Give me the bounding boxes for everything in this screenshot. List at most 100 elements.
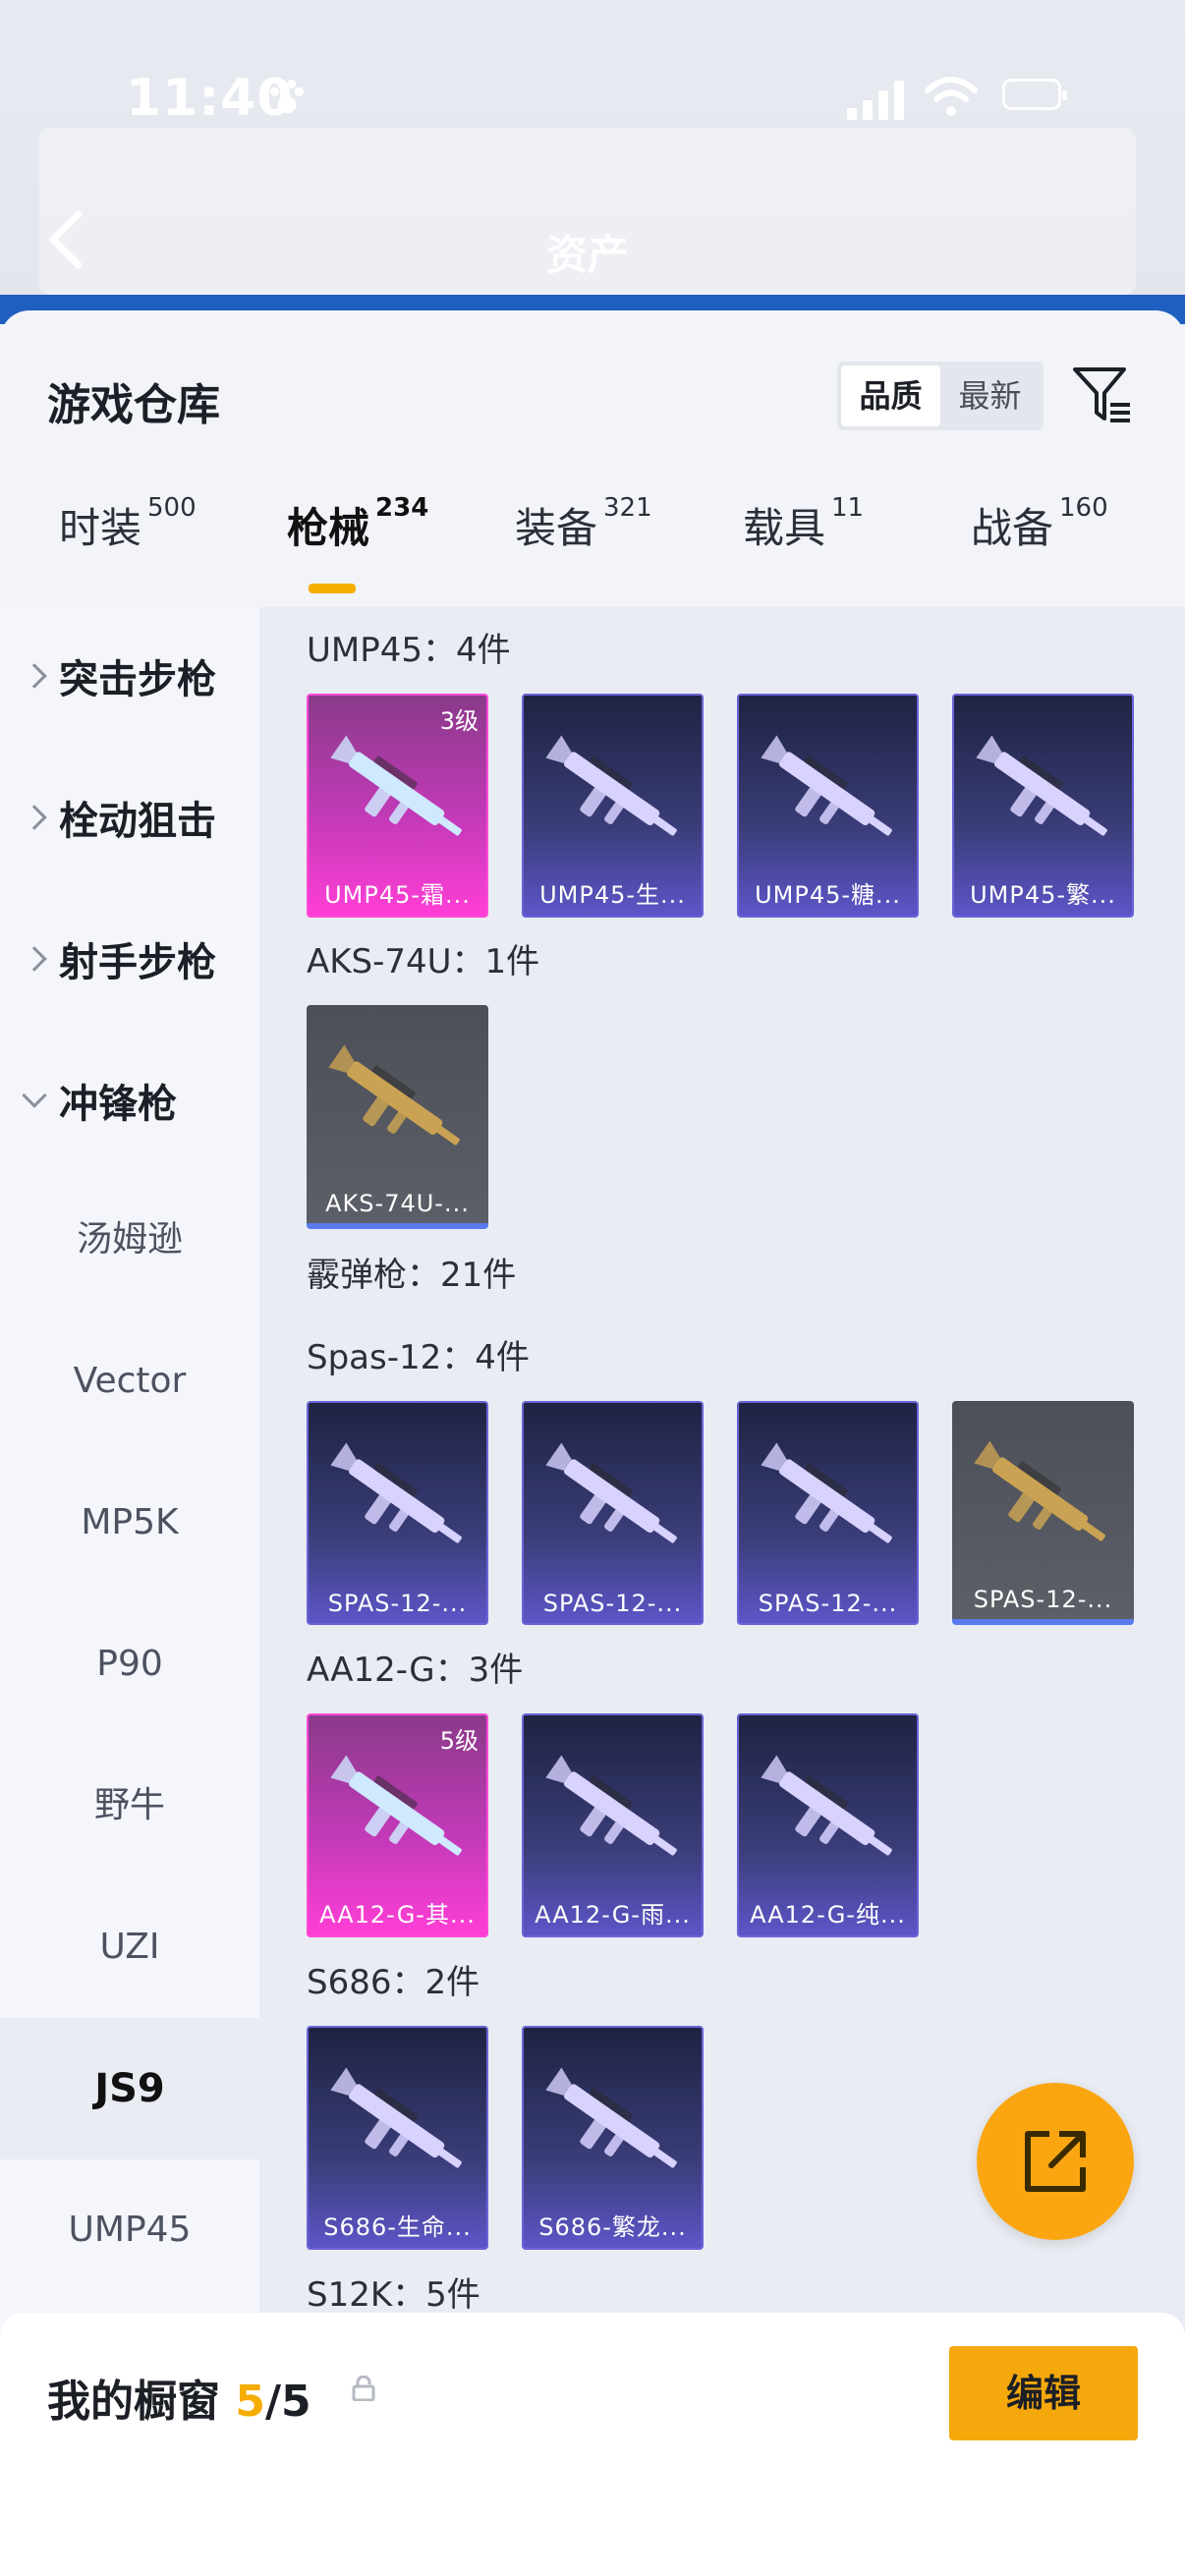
weapon-card[interactable]: UMP45-生... (522, 694, 704, 918)
weapon-name: UMP45-霜... (324, 881, 471, 909)
weapon-name: AA12-G-纯... (750, 1901, 906, 1929)
category-smg[interactable]: 冲锋枪 (0, 1032, 259, 1169)
weapon-grid: UMP45：4件 AKS-74U：1件 霰弹枪：21件 Spas-12：4件 A… (259, 607, 1185, 2576)
weapon-image (330, 735, 462, 836)
background-header: 11:40 资产 (0, 0, 1185, 314)
back-arrow-icon[interactable] (43, 208, 90, 271)
category-marksman-rifle[interactable]: 射手步枪 (0, 890, 259, 1028)
paw-icon (269, 79, 305, 114)
sidebar-item-vector[interactable]: Vector (0, 1311, 259, 1452)
chevron-right-icon (22, 805, 47, 830)
wifi-icon (925, 77, 978, 116)
chevron-right-icon (22, 946, 47, 972)
weapon-card[interactable]: 5级 AA12-G-其... (307, 1713, 488, 1937)
weapon-card[interactable]: SPAS-12-... (522, 1401, 704, 1625)
weapon-image (330, 1442, 462, 1543)
sort-toggle: 品质 最新 (837, 362, 1044, 430)
weapon-name: AA12-G-雨... (535, 1901, 691, 1929)
weapon-image (328, 1044, 460, 1146)
weapon-card[interactable]: 3级 UMP45-霜... (307, 694, 488, 918)
weapon-name: AA12-G-其... (319, 1901, 476, 1929)
showcase-bar: 我的橱窗 5/5 编辑 (0, 2313, 1185, 2576)
group-title: 霰弹枪：21件 (307, 1256, 517, 1295)
tab-equipment[interactable]: 装备 321 (515, 493, 652, 555)
weapon-name: SPAS-12-... (542, 1590, 683, 1617)
tab-fashion[interactable]: 时装 500 (59, 493, 197, 555)
battery-icon (1002, 79, 1067, 110)
sidebar-item-uzi[interactable]: UZI (0, 1876, 259, 2018)
weapon-card[interactable]: SPAS-12-... (307, 1401, 488, 1625)
weapon-name: AKS-74U-... (325, 1190, 470, 1217)
group-title: Spas-12：4件 (307, 1338, 530, 1377)
level-badge: 5级 (439, 1727, 479, 1755)
weapon-card[interactable]: SPAS-12-... (737, 1401, 919, 1625)
share-button[interactable] (977, 2083, 1134, 2240)
level-badge: 3级 (439, 707, 479, 735)
weapon-image (545, 735, 677, 836)
weapon-name: UMP45-繁... (970, 881, 1116, 909)
weapon-card[interactable]: S686-生命... (307, 2026, 488, 2250)
weapon-name: UMP45-生... (539, 881, 686, 909)
weapon-image (976, 735, 1107, 836)
sort-by-newest[interactable]: 最新 (940, 365, 1040, 426)
category-assault-rifle[interactable]: 突击步枪 (0, 607, 259, 745)
tab-count: 500 (147, 493, 197, 523)
group-title: S12K：5件 (307, 2275, 480, 2315)
tab-firearms[interactable]: 枪械 234 (287, 493, 429, 555)
signal-icon (847, 81, 904, 120)
weapon-image (545, 1755, 677, 1856)
weapon-image (330, 2067, 462, 2168)
sidebar-item-p90[interactable]: P90 (0, 1594, 259, 1735)
sheet-title: 游戏仓库 (47, 380, 220, 430)
sidebar-item-thompson[interactable]: 汤姆逊 (0, 1169, 259, 1311)
sidebar-item-ump45[interactable]: UMP45 (0, 2159, 259, 2301)
warehouse-sheet: 游戏仓库 品质 最新 时装 500 枪械 234 装备 321 载具 11 战备 160 … (0, 310, 1185, 2576)
weapon-image (545, 2067, 677, 2168)
weapon-card[interactable]: UMP45-糖... (737, 694, 919, 918)
chevron-down-icon (22, 1083, 47, 1108)
active-tab-indicator (309, 584, 356, 593)
weapon-image (761, 1442, 892, 1543)
category-bolt-sniper[interactable]: 栓动狙击 (0, 749, 259, 886)
lock-icon (352, 2376, 375, 2401)
weapon-card[interactable]: AA12-G-雨... (522, 1713, 704, 1937)
group-title: UMP45：4件 (307, 631, 511, 670)
weapon-card[interactable]: SPAS-12-... (952, 1401, 1134, 1625)
weapon-name: S686-繁龙... (538, 2213, 687, 2241)
chevron-right-icon (22, 663, 47, 689)
weapon-card[interactable]: S686-繁龙... (522, 2026, 704, 2250)
weapon-name: SPAS-12-... (973, 1586, 1113, 1613)
weapon-card[interactable]: UMP45-繁... (952, 694, 1134, 918)
weapon-card[interactable]: AA12-G-纯... (737, 1713, 919, 1937)
sidebar-item-bizon[interactable]: 野牛 (0, 1735, 259, 1876)
group-title: S686：2件 (307, 1963, 480, 2002)
sort-by-quality[interactable]: 品质 (841, 365, 940, 426)
weapon-name: UMP45-糖... (755, 881, 901, 909)
weapon-card[interactable]: AKS-74U-... (307, 1005, 488, 1229)
category-tabs: 时装 500 枪械 234 装备 321 载具 11 战备 160 (0, 493, 1185, 603)
weapon-image (761, 735, 892, 836)
weapon-image (330, 1755, 462, 1856)
weapon-name: S686-生命... (323, 2213, 472, 2241)
tab-vehicles[interactable]: 载具 11 (743, 493, 864, 555)
weapon-name: SPAS-12-... (327, 1590, 468, 1617)
tab-supplies[interactable]: 战备 160 (971, 493, 1108, 555)
tab-count: 234 (375, 493, 429, 523)
share-external-icon (1025, 2131, 1086, 2192)
header-title: 资产 (546, 231, 630, 279)
showcase-label: 我的橱窗 5/5 (47, 2377, 311, 2427)
group-title: AKS-74U：1件 (307, 942, 540, 981)
filter-icon[interactable] (1071, 364, 1134, 426)
group-title: AA12-G：3件 (307, 1651, 524, 1690)
tab-count: 160 (1059, 493, 1108, 523)
sidebar-item-js9[interactable]: JS9 (0, 2018, 259, 2159)
showcase-total: /5 (264, 2377, 311, 2427)
weapon-type-sidebar: 突击步枪 栓动狙击 射手步枪 冲锋枪 汤姆逊 Vector MP5K P90 野… (0, 607, 259, 2576)
tab-count: 321 (603, 493, 652, 523)
weapon-image (761, 1755, 892, 1856)
weapon-image (974, 1440, 1105, 1541)
app-root: { "status_bar": {"time": "11:40"}, "head… (0, 0, 1185, 2576)
sidebar-item-mp5k[interactable]: MP5K (0, 1452, 259, 1594)
edit-button[interactable]: 编辑 (949, 2346, 1138, 2440)
showcase-current: 5 (235, 2377, 265, 2427)
